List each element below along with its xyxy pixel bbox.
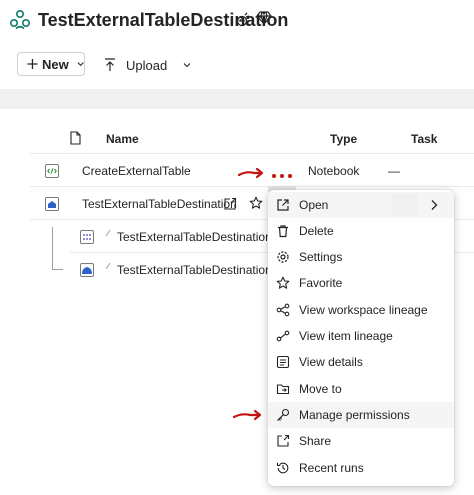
notebook-icon: [45, 164, 59, 178]
menu-item-settings[interactable]: Settings: [268, 244, 454, 270]
link-indicator-icon: [105, 262, 111, 270]
row-divider: [30, 186, 474, 187]
new-button[interactable]: New: [17, 52, 85, 76]
plus-icon: [27, 58, 38, 70]
row-divider: [30, 153, 474, 154]
sql-endpoint-icon: [80, 230, 94, 244]
more-options-icon[interactable]: [272, 160, 294, 178]
item-lineage-icon: [276, 330, 290, 342]
star-icon: [276, 276, 290, 289]
chevron-down-icon: [183, 63, 191, 68]
workspace-identity-icon[interactable]: [233, 10, 251, 28]
new-button-label: New: [41, 56, 69, 72]
menu-item-favorite[interactable]: Favorite: [268, 270, 454, 296]
menu-item-label: Open: [299, 198, 329, 212]
lakehouse-icon: [45, 197, 59, 211]
workspace-icon: [9, 9, 31, 30]
menu-item-label: Delete: [299, 224, 334, 238]
menu-item-view-details[interactable]: View details: [268, 349, 454, 375]
item-name[interactable]: TestExternalTableDestination: [117, 230, 272, 244]
history-icon: [276, 462, 289, 474]
menu-item-label: Recent runs: [299, 461, 364, 475]
item-name[interactable]: TestExternalTableDestination: [82, 197, 237, 211]
menu-item-share[interactable]: Share: [268, 428, 454, 454]
chevron-right-icon[interactable]: [429, 199, 439, 211]
upload-button[interactable]: Upload: [104, 54, 191, 76]
menu-item-open[interactable]: Open: [268, 192, 454, 218]
menu-item-label: View workspace lineage: [299, 303, 428, 317]
upload-button-label: Upload: [126, 57, 168, 73]
open-external-icon: [277, 199, 289, 211]
menu-item-label: Settings: [299, 250, 343, 264]
menu-item-view-workspace-lineage[interactable]: View workspace lineage: [268, 297, 454, 323]
trash-icon: [278, 225, 288, 238]
menu-item-label: View item lineage: [299, 329, 393, 343]
menu-item-delete[interactable]: Delete: [268, 218, 454, 244]
lakehouse-icon: [80, 263, 94, 277]
item-type: Notebook: [308, 164, 360, 178]
lineage-icon: [276, 303, 290, 317]
menu-item-recent-runs[interactable]: Recent runs: [268, 455, 454, 481]
menu-item-move-to[interactable]: Move to: [268, 376, 454, 402]
column-header-name[interactable]: Name: [106, 132, 139, 146]
toolbar-divider-band: [0, 89, 474, 109]
column-header-task[interactable]: Task: [411, 132, 437, 146]
key-icon: [277, 408, 290, 421]
item-task: —: [388, 164, 400, 178]
menu-item-view-item-lineage[interactable]: View item lineage: [268, 323, 454, 349]
details-icon: [276, 355, 290, 369]
upload-icon: [105, 58, 115, 71]
open-submenu-area[interactable]: [392, 194, 418, 216]
share-icon[interactable]: [223, 197, 237, 211]
annotation-arrow: [238, 167, 264, 179]
share-icon: [277, 434, 290, 447]
menu-item-label: View details: [299, 355, 363, 369]
chevron-down-icon: [77, 62, 84, 67]
item-name[interactable]: TestExternalTableDestination: [117, 263, 272, 277]
diamond-icon[interactable]: [256, 10, 272, 26]
menu-item-label: Favorite: [299, 276, 343, 290]
star-icon[interactable]: [249, 196, 263, 210]
context-menu: Open Delete Settings Favorite View works…: [268, 190, 454, 486]
document-icon: [70, 131, 81, 145]
menu-item-label: Move to: [299, 382, 342, 396]
menu-item-manage-permissions[interactable]: Manage permissions: [268, 402, 454, 428]
item-name[interactable]: CreateExternalTable: [82, 164, 191, 178]
menu-item-label: Manage permissions: [299, 408, 410, 422]
column-header-type[interactable]: Type: [330, 132, 357, 146]
link-indicator-icon: [105, 229, 111, 237]
menu-item-label: Share: [299, 434, 332, 448]
move-folder-icon: [276, 384, 290, 395]
tree-connector: [52, 227, 63, 270]
annotation-arrow: [233, 409, 262, 421]
gear-icon: [277, 251, 289, 263]
